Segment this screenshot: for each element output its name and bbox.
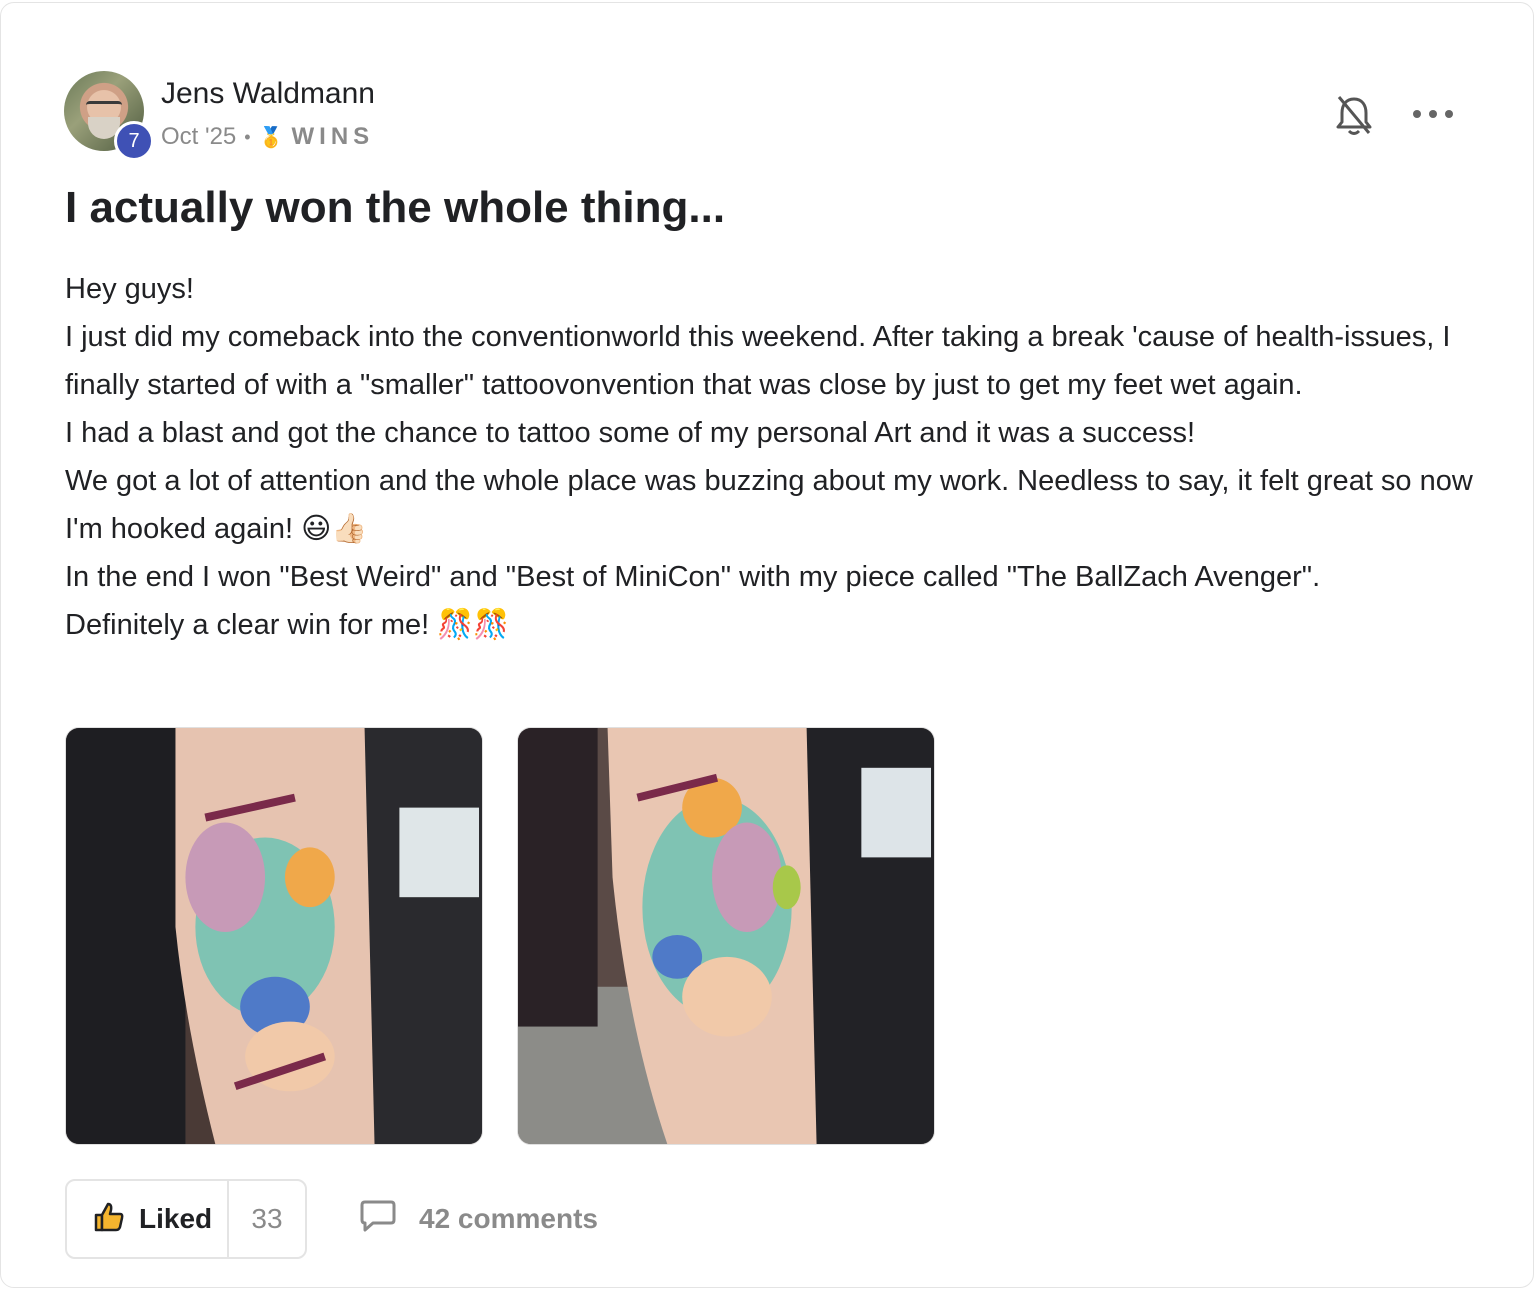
- author-avatar[interactable]: 7: [64, 71, 154, 161]
- body-line: In the end I won "Best Weird" and "Best …: [65, 561, 1321, 593]
- post-image-2[interactable]: [517, 727, 935, 1145]
- thumbs-up-icon: [93, 1201, 125, 1238]
- post-title: I actually won the whole thing...: [65, 183, 726, 232]
- like-count[interactable]: 33: [229, 1203, 305, 1235]
- body-line: I just did my comeback into the conventi…: [65, 321, 1451, 401]
- comment-bubble-icon: [359, 1199, 397, 1238]
- like-button[interactable]: Liked 33: [65, 1179, 307, 1259]
- body-line: We got a lot of attention and the whole …: [65, 465, 1473, 545]
- more-options-icon[interactable]: [1413, 103, 1453, 125]
- medal-icon: 🥇: [258, 126, 284, 149]
- body-line: I had a blast and got the chance to tatt…: [65, 417, 1196, 449]
- comments-count-label: 42 comments: [419, 1202, 598, 1234]
- body-line: Definitely a clear win for me! 🎊🎊: [65, 609, 510, 641]
- notification-bell-off-icon[interactable]: [1335, 93, 1373, 137]
- post-meta: Oct '25 • 🥇 WINS: [161, 123, 374, 151]
- post-date: Oct '25: [161, 123, 237, 150]
- like-toggle[interactable]: Liked: [67, 1181, 229, 1257]
- post-body: Hey guys! I just did my comeback into th…: [65, 265, 1485, 649]
- category-label[interactable]: WINS: [292, 123, 375, 151]
- body-line: Hey guys!: [65, 273, 194, 305]
- comments-link[interactable]: 42 comments: [359, 1199, 598, 1238]
- meta-separator: •: [244, 126, 251, 147]
- author-name[interactable]: Jens Waldmann: [161, 77, 375, 111]
- level-badge: 7: [114, 121, 154, 161]
- post-image-1[interactable]: [65, 727, 483, 1145]
- like-label: Liked: [139, 1203, 213, 1234]
- post-card: 7 Jens Waldmann Oct '25 • 🥇 WINS I actua…: [0, 2, 1534, 1288]
